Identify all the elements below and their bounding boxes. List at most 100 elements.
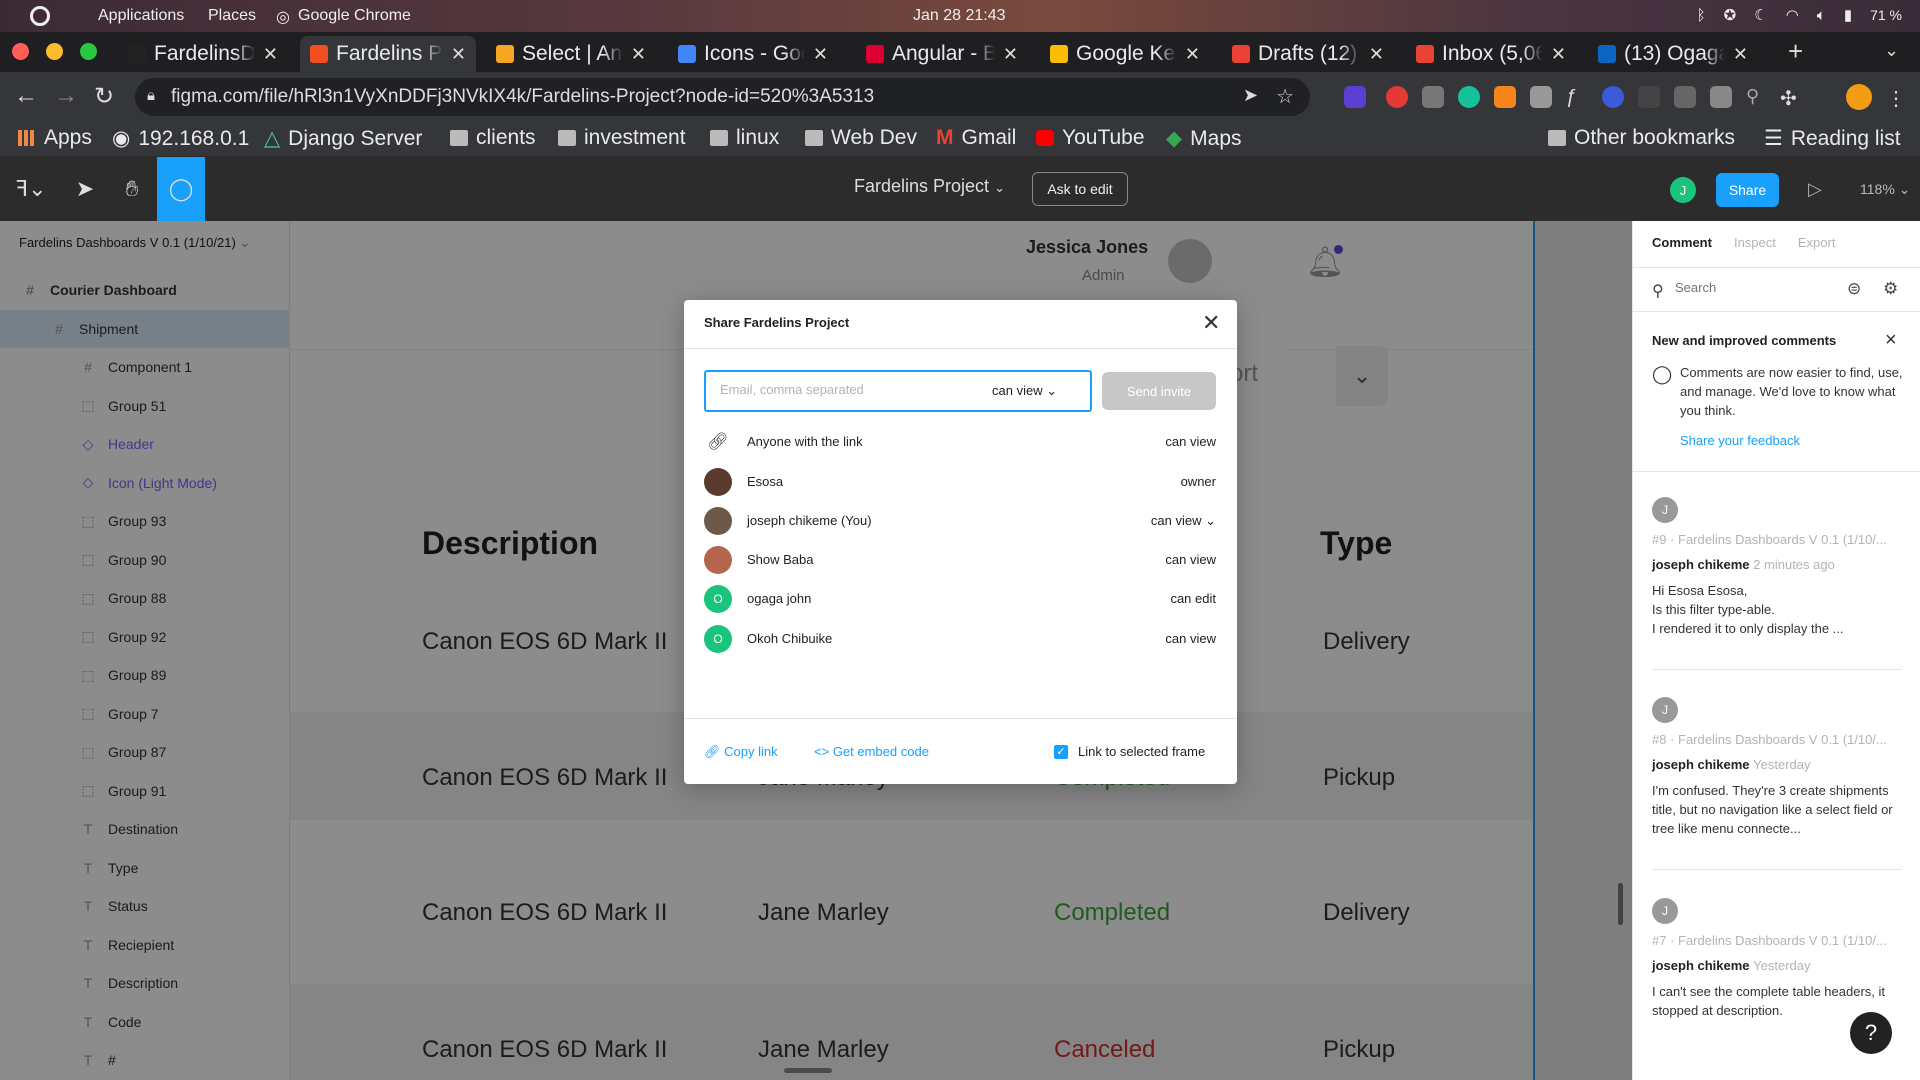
bookmark-gmail[interactable]: M Gmail	[936, 126, 1016, 150]
tab-comment[interactable]: Comment	[1652, 235, 1712, 250]
extension-icon[interactable]	[1386, 86, 1408, 108]
forward-icon[interactable]: →	[54, 82, 78, 110]
close-icon[interactable]: ×	[1885, 329, 1897, 352]
browser-tab[interactable]: Icons - Google✕	[668, 36, 838, 72]
present-icon[interactable]: ▷	[1808, 179, 1822, 200]
browser-tab[interactable]: Fardelins Project✕	[300, 36, 476, 72]
zoom-level[interactable]: 118% ⌄	[1860, 181, 1910, 198]
close-tab-icon[interactable]: ✕	[1185, 44, 1200, 65]
battery-icon[interactable]: ▮	[1844, 6, 1852, 24]
close-tab-icon[interactable]: ✕	[1733, 44, 1748, 65]
share-feedback-link[interactable]: Share your feedback	[1680, 433, 1800, 448]
extension-icon[interactable]	[1422, 86, 1444, 108]
close-icon[interactable]: ✕	[1202, 312, 1220, 334]
volume-icon[interactable]: 🔈︎	[1817, 7, 1826, 24]
bookmark-youtube[interactable]: YouTube	[1036, 126, 1145, 150]
filter-icon[interactable]: ⊜	[1847, 279, 1861, 299]
function-icon[interactable]: ƒ	[1566, 86, 1588, 108]
bookmark-web-dev[interactable]: Web Dev	[805, 126, 917, 150]
send-invite-button[interactable]: Send invite	[1102, 372, 1216, 410]
back-icon[interactable]: ←	[14, 82, 38, 110]
member-role[interactable]: can view ⌄	[1151, 513, 1216, 529]
hand-tool-icon[interactable]: ✋︎	[112, 157, 152, 221]
browser-tab[interactable]: Select | Angular✕	[486, 36, 656, 72]
activities-icon[interactable]	[30, 6, 50, 26]
member-role[interactable]: can view	[1165, 434, 1216, 449]
extension-icon[interactable]	[1674, 86, 1696, 108]
reload-icon[interactable]: ↻	[94, 82, 114, 111]
profile-avatar[interactable]	[1846, 84, 1872, 110]
close-tab-icon[interactable]: ✕	[263, 44, 278, 65]
member-role[interactable]: can edit	[1170, 591, 1216, 606]
bluetooth-icon[interactable]: ᛒ	[1697, 7, 1706, 24]
member-role[interactable]: can view	[1165, 552, 1216, 567]
chrome-menu-icon[interactable]: ⋮	[1886, 86, 1908, 110]
wifi-icon[interactable]: ◠	[1786, 6, 1799, 24]
project-title[interactable]: Fardelins Project ⌄	[854, 176, 1005, 197]
extension-icon[interactable]	[1710, 86, 1732, 108]
bookmark-192-168-0-1[interactable]: ◉ 192.168.0.1	[112, 126, 249, 151]
copy-link-button[interactable]: 🔗︎ Copy link	[704, 744, 778, 760]
extension-icon[interactable]	[1530, 86, 1552, 108]
maximize-window-button[interactable]	[80, 43, 97, 60]
close-tab-icon[interactable]: ✕	[1369, 44, 1384, 65]
email-field[interactable]: can view ⌄	[704, 370, 1092, 412]
current-user-avatar[interactable]: J	[1670, 177, 1696, 203]
tab-export[interactable]: Export	[1798, 235, 1836, 250]
new-tab-button[interactable]: +	[1788, 36, 1803, 67]
system-tray[interactable]: ᛒ ✪ ☾ ◠ 🔈︎ ▮ 71 %	[1697, 6, 1902, 25]
invite-permission-select[interactable]: can view ⌄	[992, 383, 1057, 399]
menu-applications[interactable]: Applications	[98, 7, 184, 25]
extensions-puzzle-icon[interactable]: ✣	[1780, 86, 1802, 110]
figma-menu-icon[interactable]: ꟻ⌄	[8, 157, 54, 221]
bookmark-apps[interactable]: Apps	[18, 126, 92, 150]
bookmark-investment[interactable]: investment	[558, 126, 686, 150]
embed-code-button[interactable]: <> Get embed code	[814, 744, 929, 759]
bookmark-clients[interactable]: clients	[450, 126, 536, 150]
close-tab-icon[interactable]: ✕	[1003, 44, 1018, 65]
ask-to-edit-button[interactable]: Ask to edit	[1032, 172, 1128, 206]
tab-search-icon[interactable]: ⌄	[1884, 40, 1899, 61]
browser-tab[interactable]: Drafts (12) ✕	[1222, 36, 1394, 72]
close-tab-icon[interactable]: ✕	[451, 44, 466, 65]
bookmark-other[interactable]: Other bookmarks	[1548, 126, 1735, 150]
comment-tool-icon[interactable]: ◯	[157, 157, 205, 221]
help-button[interactable]: ?	[1850, 1012, 1892, 1054]
send-to-device-icon[interactable]: ➤	[1243, 85, 1258, 106]
member-role[interactable]: can view	[1165, 631, 1216, 646]
close-tab-icon[interactable]: ✕	[1551, 44, 1566, 65]
settings-sliders-icon[interactable]: ⚙	[1883, 279, 1898, 299]
night-mode-icon[interactable]: ☾	[1754, 6, 1767, 24]
bookmark-linux[interactable]: linux	[710, 126, 779, 150]
extension-icon[interactable]: ⚲	[1746, 86, 1768, 108]
metamask-icon[interactable]	[1494, 86, 1516, 108]
menu-google-chrome[interactable]: Google Chrome	[298, 7, 411, 25]
close-tab-icon[interactable]: ✕	[631, 44, 646, 65]
move-tool-icon[interactable]: ➤	[66, 157, 104, 221]
bookmark-reading-list[interactable]: ☰ Reading list	[1764, 126, 1901, 151]
bookmark-maps[interactable]: ◆ Maps	[1166, 126, 1242, 151]
accessibility-icon[interactable]: ✪	[1724, 6, 1737, 24]
browser-tab[interactable]: Google Keep✕	[1040, 36, 1210, 72]
browser-tab[interactable]: FardelinsDashboard✕	[118, 36, 288, 72]
email-input[interactable]	[720, 382, 970, 397]
extension-icon[interactable]	[1602, 86, 1624, 108]
close-tab-icon[interactable]: ✕	[813, 44, 828, 65]
tab-inspect[interactable]: Inspect	[1734, 235, 1776, 250]
lock-icon[interactable]: 🔒︎	[147, 87, 155, 104]
comment-search-input[interactable]	[1675, 280, 1835, 295]
bookmark-django-server[interactable]: △ Django Server	[264, 126, 422, 151]
link-to-frame-checkbox[interactable]: ✓ Link to selected frame	[1054, 744, 1205, 759]
grammarly-icon[interactable]	[1458, 86, 1480, 108]
menu-places[interactable]: Places	[208, 7, 256, 25]
browser-tab[interactable]: Angular - Building✕	[856, 36, 1028, 72]
browser-tab[interactable]: (13) Ogaga ✕	[1588, 36, 1758, 72]
browser-tab[interactable]: Inbox (5,061)✕	[1406, 36, 1576, 72]
address-bar[interactable]: 🔒︎ figma.com/file/hRl3n1VyXnDDFj3NVkIX4k…	[135, 78, 1310, 116]
member-role[interactable]: owner	[1181, 474, 1216, 489]
extension-icon[interactable]	[1344, 86, 1366, 108]
minimize-window-button[interactable]	[46, 43, 63, 60]
share-button[interactable]: Share	[1716, 173, 1779, 207]
close-window-button[interactable]	[12, 43, 29, 60]
bookmark-star-icon[interactable]: ☆	[1276, 84, 1294, 109]
